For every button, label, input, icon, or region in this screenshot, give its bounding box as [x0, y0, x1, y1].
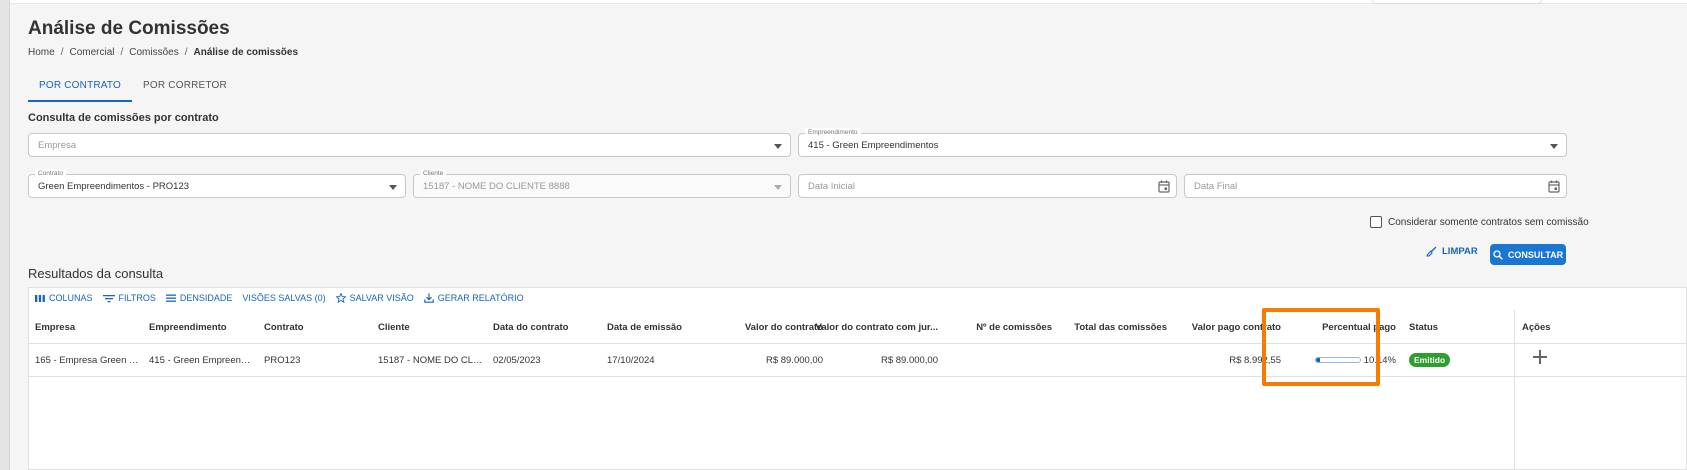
contrato-label: Contrato: [35, 169, 66, 178]
contrato-value: Green Empreendimentos - PRO123: [38, 181, 190, 192]
chevron-down-icon: [1550, 144, 1558, 149]
section-title: Consulta de comissões por contrato: [28, 112, 219, 124]
breadcrumb-comercial[interactable]: Comercial: [69, 47, 114, 58]
densidade-button[interactable]: DENSIDADE: [165, 293, 233, 303]
contrato-select[interactable]: Contrato Green Empreendimentos - PRO123: [28, 169, 406, 198]
colunas-button[interactable]: COLUNAS: [35, 293, 93, 303]
column-header-valor-contrato[interactable]: Valor do contrato: [745, 322, 823, 333]
cell-data-contrato: 02/05/2023: [493, 355, 541, 366]
limpar-button[interactable]: LIMPAR: [1426, 246, 1478, 257]
sem-comissao-checkbox[interactable]: [1370, 216, 1382, 228]
densidade-label: DENSIDADE: [179, 293, 233, 303]
cliente-select[interactable]: Cliente 15187 - NOME DO CLIENTE 8888: [413, 169, 791, 198]
table-row[interactable]: 165 - Empresa Green & ... 415 - Green Em…: [29, 344, 1687, 377]
results-title: Resultados da consulta: [28, 266, 164, 281]
broom-icon: [1426, 246, 1437, 257]
chevron-down-icon: [774, 144, 782, 149]
calendar-icon[interactable]: [1548, 180, 1560, 193]
cell-cliente: 15187 - NOME DO CLIE...: [378, 355, 483, 366]
salvar-visao-label: SALVAR VISÃO: [349, 293, 414, 303]
tab-por-contrato[interactable]: POR CONTRATO: [28, 72, 133, 102]
star-icon: [335, 293, 346, 303]
filtros-button[interactable]: FILTROS: [102, 293, 156, 303]
gerar-relatorio-label: GERAR RELATÓRIO: [437, 293, 524, 303]
empresa-placeholder: Empresa: [38, 140, 77, 151]
cell-empresa: 165 - Empresa Green & ...: [35, 355, 140, 366]
column-header-empresa[interactable]: Empresa: [35, 322, 75, 333]
column-header-status[interactable]: Status: [1409, 322, 1438, 333]
sem-comissao-label: Considerar somente contratos sem comissã…: [1388, 216, 1589, 228]
empreendimento-label: Empreendimento: [805, 128, 861, 137]
calendar-icon[interactable]: [1158, 180, 1170, 193]
empreendimento-select[interactable]: Empreendimento 415 - Green Empreendiment…: [798, 128, 1567, 157]
cliente-value: 15187 - NOME DO CLIENTE 8888: [423, 181, 570, 192]
filtros-label: FILTROS: [118, 293, 156, 303]
table-toolbar: COLUNAS FILTROS DENSIDADE VISÕES SALVAS …: [35, 293, 524, 303]
status-badge: Emitido: [1409, 353, 1451, 367]
tab-por-corretor[interactable]: POR CORRETOR: [132, 72, 238, 102]
filter-icon: [102, 294, 115, 302]
data-inicial-field[interactable]: Data Inicial: [798, 174, 1177, 198]
sem-comissao-checkbox-row[interactable]: Considerar somente contratos sem comissã…: [1370, 216, 1589, 228]
left-rail: [0, 0, 10, 470]
empresa-select[interactable]: Empresa: [28, 133, 791, 157]
column-header-contrato[interactable]: Contrato: [264, 322, 304, 333]
main-content: Análise de Comissões Home / Comercial / …: [28, 0, 1687, 470]
consultar-button[interactable]: CONSULTAR: [1490, 244, 1566, 265]
data-final-field[interactable]: Data Final: [1184, 174, 1567, 198]
visoes-salvas-button[interactable]: VISÕES SALVAS (0): [242, 293, 325, 303]
chevron-down-icon: [774, 185, 782, 190]
cliente-label: Cliente: [420, 169, 447, 178]
density-icon: [165, 294, 176, 302]
breadcrumb-comissoes[interactable]: Comissões: [129, 47, 178, 58]
column-header-data-emissao[interactable]: Data de emissão: [607, 322, 682, 333]
colunas-label: COLUNAS: [49, 293, 93, 303]
results-table: COLUNAS FILTROS DENSIDADE VISÕES SALVAS …: [28, 287, 1687, 470]
column-header-empreendimento[interactable]: Empreendimento: [149, 322, 227, 333]
data-final-placeholder: Data Final: [1194, 181, 1238, 192]
empreendimento-value: 415 - Green Empreendimentos: [808, 140, 939, 151]
column-header-num-comissoes[interactable]: Nº de comissões: [976, 322, 1052, 333]
columns-icon: [35, 294, 45, 302]
search-icon: [1493, 249, 1503, 260]
consultar-label: CONSULTAR: [1507, 249, 1564, 260]
breadcrumb-separator: /: [120, 47, 124, 58]
column-header-total-comissoes[interactable]: Total das comissões: [1074, 322, 1167, 333]
salvar-visao-button[interactable]: SALVAR VISÃO: [335, 293, 414, 303]
breadcrumb-separator: /: [184, 47, 188, 58]
cell-valor-contrato: R$ 89.000,00: [765, 355, 823, 366]
column-header-data-contrato[interactable]: Data do contrato: [493, 322, 568, 333]
breadcrumb: Home / Comercial / Comissões / Análise d…: [28, 47, 298, 58]
add-icon[interactable]: [1533, 350, 1547, 364]
breadcrumb-separator: /: [60, 47, 64, 58]
column-header-acoes: Ações: [1522, 322, 1551, 333]
cell-contrato: PRO123: [264, 355, 301, 366]
cell-valor-contrato-juros: R$ 89.000,00: [880, 355, 938, 366]
data-inicial-placeholder: Data Inicial: [808, 181, 855, 192]
limpar-label: LIMPAR: [1442, 246, 1478, 257]
highlight-box: [1262, 308, 1380, 386]
cell-empreendimento: 415 - Green Empreendi...: [149, 355, 254, 366]
actions-column-divider: [1514, 310, 1515, 470]
visoes-salvas-label: VISÕES SALVAS (0): [242, 293, 326, 303]
column-header-valor-contrato-juros[interactable]: Valor do contrato com jur...: [816, 322, 938, 333]
cell-data-emissao: 17/10/2024: [607, 355, 655, 366]
column-header-cliente[interactable]: Cliente: [378, 322, 410, 333]
table-header: Empresa Empreendimento Contrato Cliente …: [29, 310, 1687, 344]
tabs: POR CONTRATO POR CORRETOR: [28, 72, 238, 102]
gerar-relatorio-button[interactable]: GERAR RELATÓRIO: [423, 293, 524, 303]
chevron-down-icon: [389, 185, 397, 190]
page-title: Análise de Comissões: [28, 18, 230, 39]
breadcrumb-current: Análise de comissões: [193, 47, 299, 58]
breadcrumb-home[interactable]: Home: [28, 47, 55, 58]
download-icon: [423, 293, 434, 303]
